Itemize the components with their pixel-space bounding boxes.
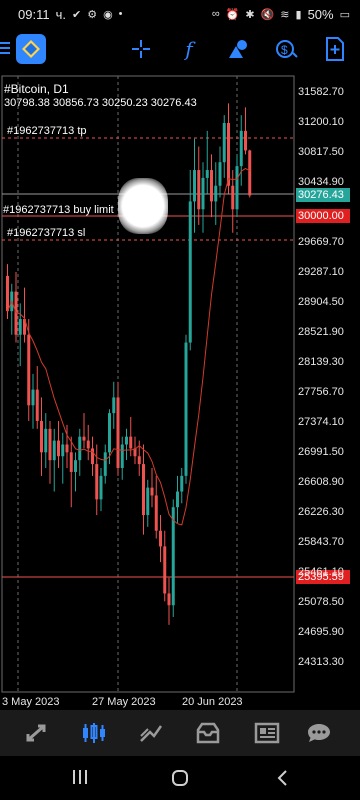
x-tick-label: 20 Jun 2023	[182, 696, 243, 708]
y-tick-label: 29669.70	[298, 236, 344, 248]
y-tick-label: 24313.30	[298, 656, 344, 668]
candle-body	[227, 123, 230, 186]
chat-icon[interactable]	[306, 722, 332, 744]
y-tick-label: 26226.30	[298, 506, 344, 518]
candle-body	[44, 428, 48, 453]
candle-body	[99, 475, 103, 500]
y-tick-label: 25461.10	[298, 566, 344, 578]
candle-body	[171, 507, 175, 606]
chart-ohlc: 30798.38 30856.73 30250.23 30276.43	[4, 97, 197, 109]
candle-body	[31, 389, 35, 406]
y-tick-label: 31200.10	[298, 116, 344, 128]
candle-body	[65, 444, 69, 453]
candle-body	[146, 487, 150, 516]
bottom-navigation	[0, 710, 360, 756]
candle-body	[180, 475, 184, 492]
candle-body	[244, 130, 247, 151]
candle-body	[150, 487, 154, 496]
candle-body	[82, 436, 86, 441]
y-tick-label: 27374.10	[298, 416, 344, 428]
order-sl-label[interactable]: #1962737713 sl	[7, 227, 85, 239]
y-tick-label: 29287.10	[298, 266, 344, 278]
y-tick-label: 27756.70	[298, 386, 344, 398]
candle-body	[193, 170, 196, 202]
candle-body	[112, 397, 116, 414]
candle-body	[188, 201, 192, 343]
y-tick-label: 28139.30	[298, 356, 344, 368]
candle-body	[176, 491, 179, 508]
x-tick-label: 3 May 2023	[2, 696, 60, 708]
y-tick-label: 28904.50	[298, 296, 344, 308]
buy-limit-price-tag[interactable]: 30000.00	[296, 209, 350, 223]
candle-body	[125, 436, 128, 445]
candle-body	[248, 150, 252, 196]
home-icon[interactable]	[170, 769, 190, 787]
chart-icon[interactable]	[80, 722, 106, 744]
candle-body	[116, 397, 120, 469]
candle-body	[205, 170, 209, 178]
candle-body	[78, 436, 82, 461]
candle-body	[239, 130, 243, 167]
candle-body	[218, 162, 222, 186]
candle-body	[201, 177, 205, 210]
candle-body	[103, 452, 107, 476]
recents-icon[interactable]	[70, 769, 90, 787]
candle-body	[52, 440, 56, 461]
candle-body	[61, 444, 65, 457]
x-tick-label: 27 May 2023	[92, 696, 156, 708]
redacted-blur	[118, 178, 168, 234]
candle-body	[95, 464, 99, 500]
y-tick-label: 28521.90	[298, 326, 344, 338]
candle-body	[159, 530, 162, 547]
candle-body	[91, 448, 94, 465]
candle-body	[184, 342, 188, 476]
y-tick-label: 30434.90	[298, 176, 344, 188]
trade-icon[interactable]	[138, 722, 164, 744]
candle-body	[137, 456, 141, 465]
chart-symbol-title: #Bitcoin, D1	[4, 82, 69, 96]
news-icon[interactable]	[254, 722, 280, 744]
system-navigation	[0, 756, 360, 800]
candle-body	[197, 170, 201, 210]
candle-body	[163, 546, 167, 594]
order-tp-label[interactable]: #1962737713 tp	[7, 125, 87, 137]
candle-body	[40, 420, 43, 453]
candle-body	[167, 593, 171, 606]
candle-body	[235, 166, 239, 210]
y-tick-label: 30817.50	[298, 146, 344, 158]
back-icon[interactable]	[272, 769, 292, 787]
history-icon[interactable]	[195, 722, 221, 744]
candle-body	[231, 185, 235, 210]
candle-body	[154, 495, 158, 531]
order-buy-limit-label[interactable]: #1962737713 buy limit	[3, 204, 114, 216]
candle-body	[69, 452, 73, 472]
candle-body	[48, 428, 52, 461]
candle-body	[129, 436, 133, 449]
candle-body	[222, 123, 226, 163]
candle-body	[108, 413, 111, 453]
candle-body	[35, 389, 39, 421]
current-price-tag: 30276.43	[296, 188, 350, 202]
candle-body	[86, 440, 90, 449]
candle-body	[18, 319, 22, 335]
y-tick-label: 25078.50	[298, 596, 344, 608]
y-tick-label: 24695.90	[298, 626, 344, 638]
candle-body	[57, 440, 60, 457]
candle-body	[142, 464, 145, 516]
candle-body	[6, 275, 9, 312]
candle-body	[74, 460, 77, 472]
quotes-icon[interactable]	[24, 722, 50, 744]
y-tick-label: 26991.50	[298, 446, 344, 458]
y-tick-label: 31582.70	[298, 86, 344, 98]
y-tick-label: 26608.90	[298, 476, 344, 488]
candle-body	[27, 334, 31, 406]
candle-body	[210, 170, 213, 202]
candle-body	[120, 444, 124, 469]
candle-body	[214, 185, 218, 202]
y-tick-label: 25843.70	[298, 536, 344, 548]
